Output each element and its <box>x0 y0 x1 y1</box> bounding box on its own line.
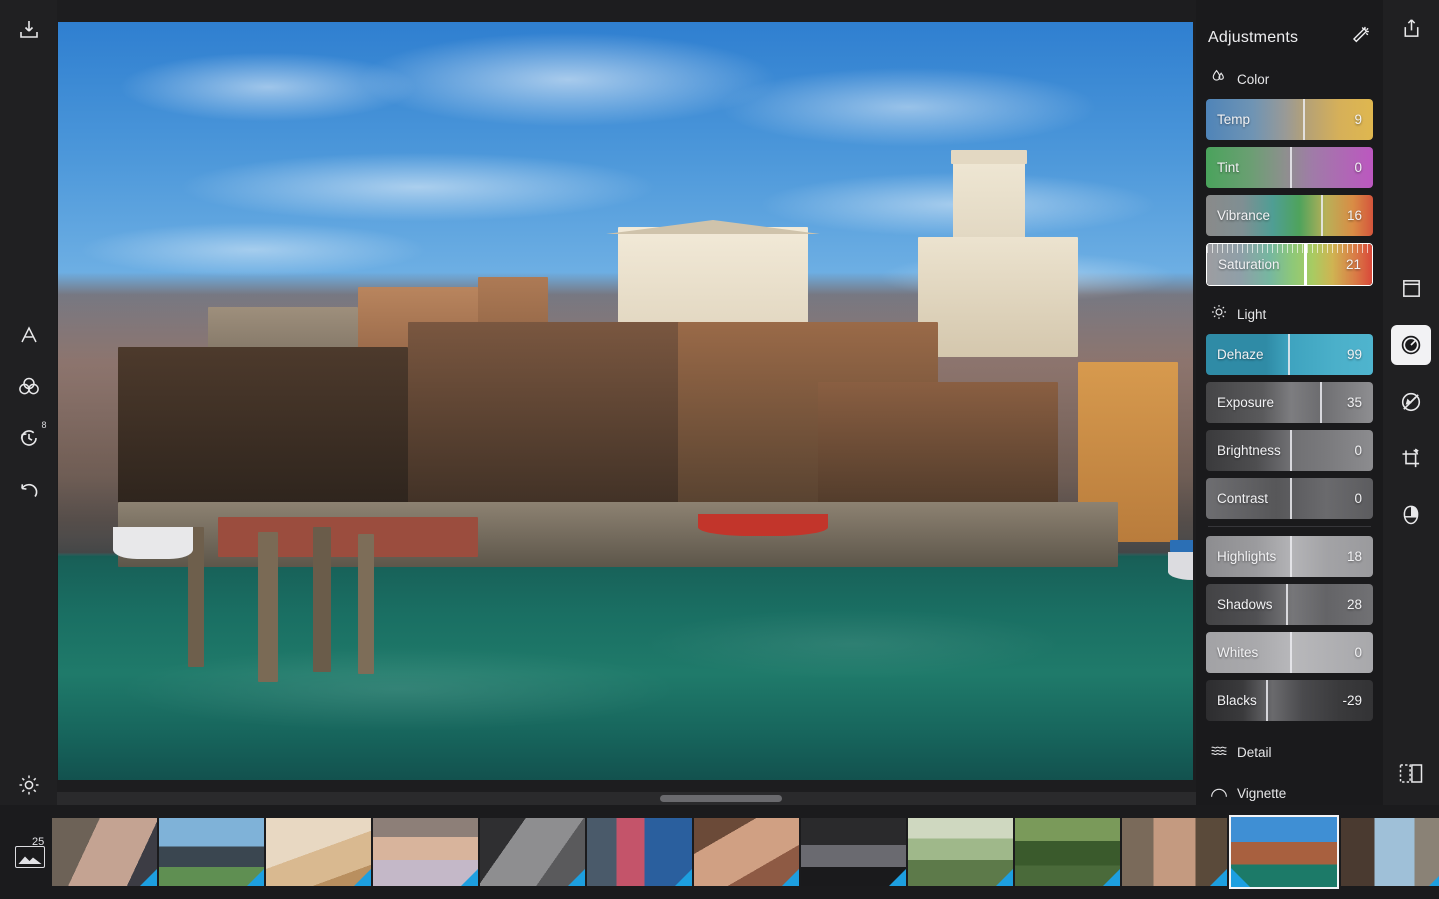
slider-ruler-ticks <box>1207 244 1372 253</box>
thumb-face-paint[interactable] <box>373 818 478 886</box>
section-light[interactable]: Light <box>1196 293 1383 334</box>
photo-thumb-icon[interactable] <box>15 846 45 868</box>
slider-label: Brightness <box>1217 443 1281 458</box>
blend-tool[interactable] <box>9 366 49 406</box>
text-tool[interactable] <box>9 315 49 355</box>
thumb-bw-portrait[interactable] <box>480 818 585 886</box>
slider-label: Tint <box>1217 160 1240 175</box>
thumb-two-girls[interactable] <box>1122 818 1227 886</box>
adjustments-panel: Adjustments Color Temp 9 Tint 0 Vibrance… <box>1196 0 1383 805</box>
section-vignette[interactable]: Vignette <box>1196 771 1383 805</box>
retouch-tab[interactable] <box>1391 382 1431 422</box>
slider-value: 0 <box>1354 160 1362 175</box>
image-canvas[interactable] <box>57 0 1196 805</box>
presets-tab[interactable] <box>1391 268 1431 308</box>
share-export-icon[interactable] <box>1391 8 1431 48</box>
thumb-woman-profile[interactable] <box>52 818 157 886</box>
arc-icon <box>1210 783 1228 804</box>
slider-value: -29 <box>1342 693 1362 708</box>
slider-brightness[interactable]: Brightness 0 <box>1206 430 1373 471</box>
slider-label: Shadows <box>1217 597 1273 612</box>
slider-tint[interactable]: Tint 0 <box>1206 147 1373 188</box>
settings-button[interactable] <box>9 765 49 805</box>
slider-blacks[interactable]: Blacks -29 <box>1206 680 1373 721</box>
thumb-girl-park[interactable] <box>908 818 1013 886</box>
slider-value: 35 <box>1346 395 1362 410</box>
thumb-red-lips-woman[interactable] <box>694 818 799 886</box>
slider-contrast[interactable]: Contrast 0 <box>1206 478 1373 519</box>
slider-temp[interactable]: Temp 9 <box>1206 99 1373 140</box>
slider-saturation[interactable]: Saturation 21 <box>1206 243 1373 286</box>
thumb-venice-canal[interactable] <box>1229 815 1339 889</box>
waves-icon <box>1210 742 1228 763</box>
thumb-girl-train[interactable] <box>159 818 264 886</box>
slider-label: Vibrance <box>1217 208 1271 223</box>
thumb-photographer[interactable] <box>801 818 906 886</box>
slider-label: Whites <box>1217 645 1259 660</box>
adjustments-tab[interactable] <box>1391 325 1431 365</box>
undo-button[interactable] <box>9 470 49 510</box>
section-label: Color <box>1237 72 1270 87</box>
section-label: Vignette <box>1237 786 1287 801</box>
slider-value: 28 <box>1346 597 1362 612</box>
crop-tab[interactable] <box>1391 439 1431 479</box>
water-drops-icon <box>1210 68 1228 91</box>
slider-value: 0 <box>1354 645 1362 660</box>
slider-label: Saturation <box>1218 257 1280 272</box>
import-button[interactable] <box>9 10 49 50</box>
horizontal-scrollbar[interactable] <box>660 795 782 802</box>
thumb-tree-child[interactable] <box>1015 818 1120 886</box>
slider-value: 0 <box>1354 443 1362 458</box>
section-label: Detail <box>1237 745 1272 760</box>
sun-icon <box>1210 303 1228 326</box>
thumb-two-children[interactable] <box>587 818 692 886</box>
slider-label: Contrast <box>1217 491 1269 506</box>
slider-value: 99 <box>1346 347 1362 362</box>
history-tool[interactable]: 8 <box>9 418 49 458</box>
slider-value: 18 <box>1346 549 1362 564</box>
thumbnail-list <box>52 815 1439 889</box>
slider-whites[interactable]: Whites 0 <box>1206 632 1373 673</box>
slider-label: Blacks <box>1217 693 1257 708</box>
edited-photo[interactable] <box>58 22 1193 780</box>
portrait-tab[interactable] <box>1391 496 1431 536</box>
filmstrip: photoseek 25 <box>0 805 1439 899</box>
photo-count: 25 <box>32 836 45 848</box>
scroll-track <box>57 792 1196 805</box>
section-color[interactable]: Color <box>1196 58 1383 99</box>
slider-label: Highlights <box>1217 549 1277 564</box>
slider-value: 16 <box>1346 208 1362 223</box>
slider-label: Exposure <box>1217 395 1275 410</box>
history-count-badge: 8 <box>41 420 47 431</box>
section-divider <box>1208 526 1371 527</box>
slider-label: Dehaze <box>1217 347 1264 362</box>
compare-tab[interactable] <box>1391 753 1431 793</box>
slider-shadows[interactable]: Shadows 28 <box>1206 584 1373 625</box>
slider-exposure[interactable]: Exposure 35 <box>1206 382 1373 423</box>
slider-value: 0 <box>1354 491 1362 506</box>
slider-vibrance[interactable]: Vibrance 16 <box>1206 195 1373 236</box>
slider-value: 9 <box>1354 112 1362 127</box>
slider-highlights[interactable]: Highlights 18 <box>1206 536 1373 577</box>
section-detail[interactable]: Detail <box>1196 728 1383 771</box>
magic-wand-icon[interactable] <box>1349 25 1371 52</box>
section-label: Light <box>1237 307 1267 322</box>
thumb-desert-dune[interactable] <box>266 818 371 886</box>
panel-header: Adjustments <box>1196 0 1383 58</box>
left-toolbar: 8 <box>0 0 57 805</box>
right-toolbar <box>1383 0 1439 805</box>
slider-dehaze[interactable]: Dehaze 99 <box>1206 334 1373 375</box>
thumb-building-sky[interactable] <box>1341 818 1439 886</box>
slider-label: Temp <box>1217 112 1251 127</box>
slider-value: 21 <box>1345 257 1361 272</box>
panel-title: Adjustments <box>1208 29 1299 46</box>
photo-editor-window: 8 Adjustments Color Temp 9 Tint 0 Vibran… <box>0 0 1439 899</box>
